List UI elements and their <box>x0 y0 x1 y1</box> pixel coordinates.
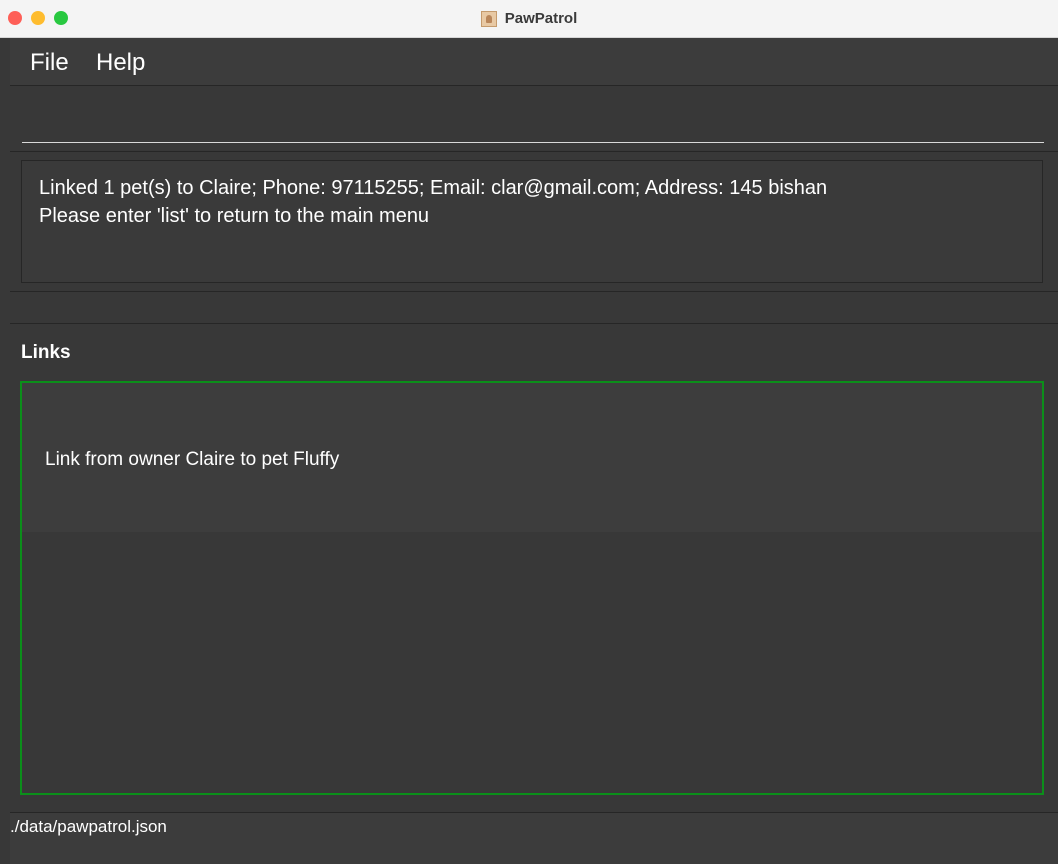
status-bar: ./data/pawpatrol.json <box>10 812 1058 864</box>
list-item[interactable]: Link from owner Claire to pet Fluffy <box>22 383 1042 532</box>
links-list[interactable]: Link from owner Claire to pet Fluffy <box>20 381 1044 795</box>
menu-file[interactable]: File <box>30 49 69 77</box>
window-left-edge <box>0 38 10 864</box>
menu-help[interactable]: Help <box>96 49 145 77</box>
link-item-text: Link from owner Claire to pet Fluffy <box>45 449 340 470</box>
menu-bar: File Help <box>10 38 1058 86</box>
result-display-panel: Linked 1 pet(s) to Claire; Phone: 971152… <box>10 152 1058 292</box>
window-title-wrap: PawPatrol <box>0 0 1058 37</box>
result-line-1: Linked 1 pet(s) to Claire; Phone: 971152… <box>39 177 828 199</box>
app-icon <box>480 10 497 27</box>
status-file-path: ./data/pawpatrol.json <box>10 817 167 836</box>
command-box <box>10 86 1058 152</box>
links-heading: Links <box>21 342 71 363</box>
panel-divider <box>10 292 1058 324</box>
title-bar[interactable]: PawPatrol <box>0 0 1058 38</box>
command-input[interactable] <box>22 86 1044 143</box>
result-display[interactable]: Linked 1 pet(s) to Claire; Phone: 971152… <box>21 160 1043 283</box>
result-line-2: Please enter 'list' to return to the mai… <box>39 205 430 227</box>
app-window: PawPatrol File Help Linked 1 pet(s) to C… <box>0 0 1058 864</box>
links-panel: Links Link from owner Claire to pet Fluf… <box>10 324 1058 812</box>
window-title: PawPatrol <box>504 10 578 27</box>
